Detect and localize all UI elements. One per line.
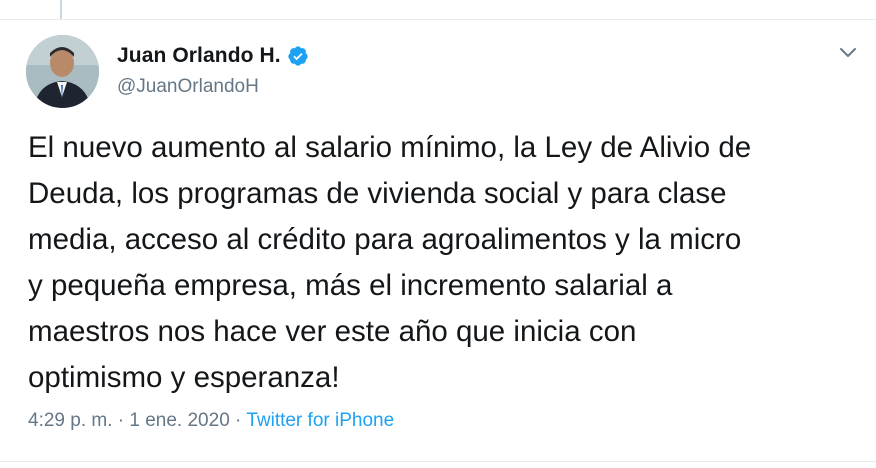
separator: · (229, 410, 247, 431)
tweet-container: Juan Orlando H. @JuanOrlandoH El nuevo a… (0, 0, 876, 468)
avatar[interactable] (26, 35, 99, 108)
tweet-text: El nuevo aumento al salario mínimo, la L… (28, 131, 752, 394)
avatar-image (26, 35, 99, 108)
divider (0, 461, 876, 462)
thread-connector-line (60, 0, 62, 19)
tweet-source-link[interactable]: Twitter for iPhone (246, 410, 394, 431)
author-display-name[interactable]: Juan Orlando H. (117, 44, 281, 68)
author-handle[interactable]: @JuanOrlandoH (117, 76, 259, 98)
tweet-date[interactable]: 1 ene. 2020 (129, 410, 229, 431)
tweet-metadata: 4:29 p. m. · 1 ene. 2020 · Twitter for i… (28, 410, 394, 432)
divider (0, 19, 876, 20)
verified-badge-icon (288, 46, 308, 66)
author-name-row: Juan Orlando H. (117, 44, 309, 68)
tweet-time[interactable]: 4:29 p. m. (28, 410, 113, 431)
separator: · (112, 410, 130, 431)
chevron-down-icon[interactable] (836, 43, 860, 63)
